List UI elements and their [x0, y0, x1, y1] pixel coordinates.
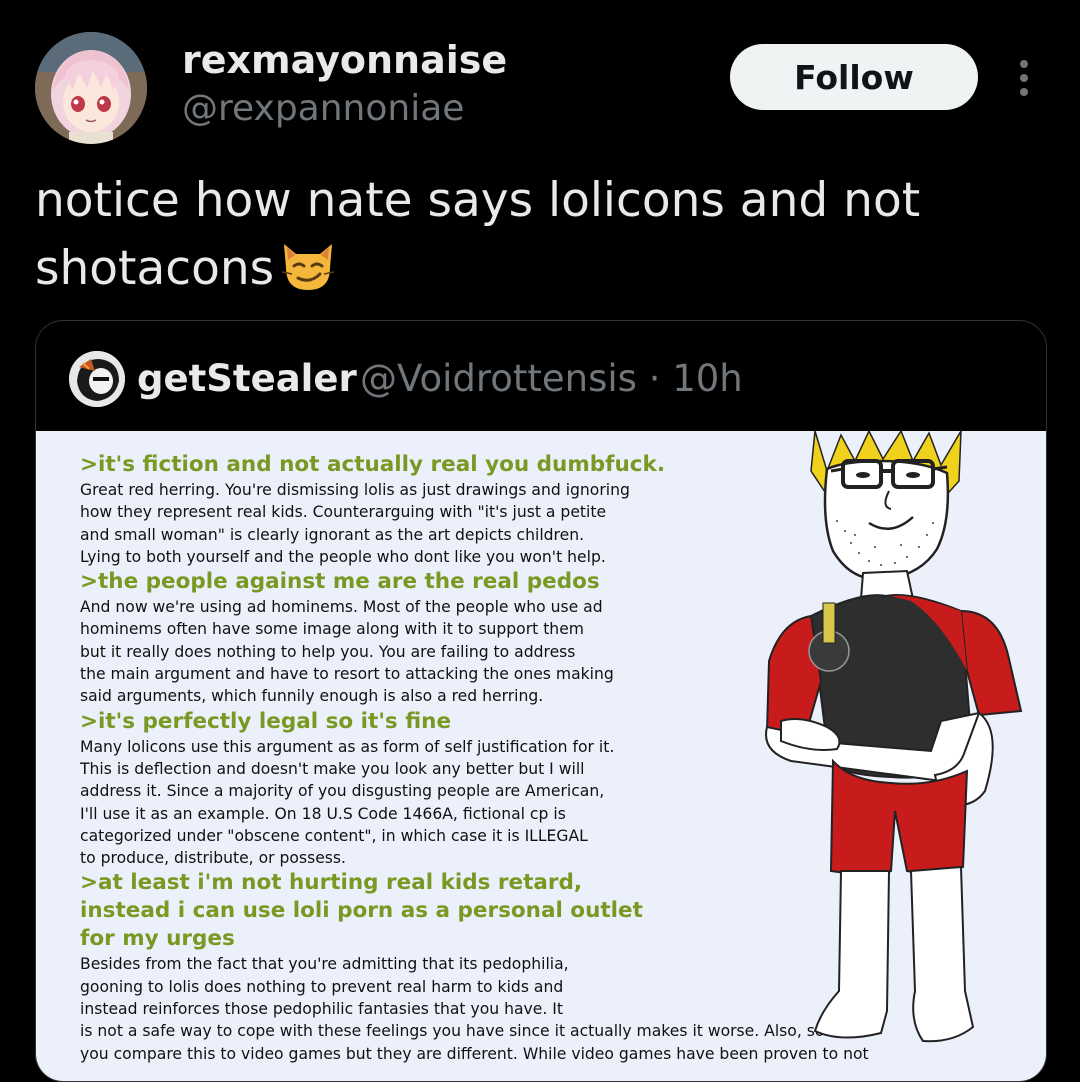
quoted-tweet-image[interactable]: >it's fiction and not actually real you …: [36, 431, 1046, 1081]
character-avatar-icon: [69, 351, 125, 407]
author-display-name[interactable]: rexmayonnaise: [182, 38, 507, 82]
smirking-cat-emoji-icon: [278, 234, 338, 294]
follow-button[interactable]: Follow: [730, 44, 978, 110]
author-avatar[interactable]: [35, 32, 147, 144]
tweet-text-line-2: shotacons: [35, 234, 1035, 302]
quoted-author-display-name[interactable]: getStealer: [137, 357, 357, 400]
tweet-text: notice how nate says lolicons and not sh…: [35, 168, 1035, 302]
tweet-text-line-2-words: shotacons: [35, 241, 275, 296]
quoted-author-avatar[interactable]: [69, 351, 125, 407]
tweet-text-line-1: notice how nate says lolicons and not: [35, 173, 921, 228]
anime-girl-avatar-icon: [35, 32, 147, 144]
author-handle[interactable]: @rexpannoniae: [182, 88, 464, 129]
quoted-tweet-header: getStealer @Voidrottensis · 10h: [36, 321, 1046, 431]
quoted-author-handle-time[interactable]: @Voidrottensis · 10h: [360, 357, 743, 400]
wojak-illustration-icon: [765, 431, 1023, 1043]
more-vertical-icon[interactable]: [1012, 58, 1036, 98]
quoted-tweet-card[interactable]: getStealer @Voidrottensis · 10h >it's fi…: [35, 320, 1047, 1082]
